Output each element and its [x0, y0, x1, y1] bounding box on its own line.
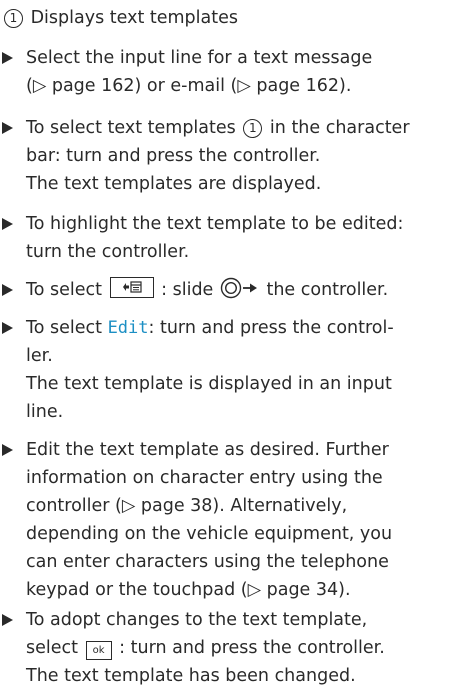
- step-result: The text templates are displayed.: [26, 174, 322, 194]
- controller-slide-right-icon: [220, 277, 260, 308]
- step-text: : turn and press the controller.: [119, 638, 385, 658]
- step-text: in the character: [269, 118, 410, 138]
- step-text: the controller.: [266, 280, 389, 300]
- ok-key-icon: ok: [85, 641, 112, 660]
- step-text: information on character entry using the: [26, 468, 383, 488]
- step-text: To highlight the text template to be edi…: [26, 214, 404, 234]
- triangle-bullet-icon: [2, 614, 13, 626]
- triangle-bullet-icon: [2, 322, 13, 334]
- step-text: Select the input line for a text message: [26, 48, 373, 68]
- step-text: select: [26, 638, 78, 658]
- figure-caption: 1 Displays text templates: [2, 4, 238, 32]
- step-text: ler.: [26, 346, 53, 366]
- step-result: The text template is displayed in an inp…: [26, 374, 392, 394]
- step-text: depending on the vehicle equipment, you: [26, 524, 393, 544]
- triangle-bullet-icon: [2, 284, 13, 296]
- triangle-bullet-icon: [2, 444, 13, 456]
- step-text: turn the controller.: [26, 242, 190, 262]
- callout-marker-1: 1: [4, 9, 23, 28]
- caption-text: Displays text templates: [30, 8, 238, 28]
- step-text: keypad or the touchpad (▷ page 34).: [26, 580, 351, 600]
- step-result: The text template has been changed.: [26, 666, 356, 686]
- step-text: can enter characters using the telephone: [26, 552, 389, 572]
- step-select-edit: To select Edit: turn and press the contr…: [2, 314, 460, 426]
- step-text: : turn and press the control-: [148, 318, 394, 338]
- triangle-bullet-icon: [2, 52, 13, 64]
- step-text: (▷ page 162) or e-mail (▷ page 162).: [26, 76, 352, 96]
- step-select-menu-key: To select : slide the controller.: [2, 276, 460, 308]
- step-text: To select: [26, 280, 102, 300]
- step-text: To select text templates: [26, 118, 236, 138]
- step-text: : slide: [161, 280, 214, 300]
- triangle-bullet-icon: [2, 218, 13, 230]
- step-edit-template: Edit the text template as desired. Furth…: [2, 436, 460, 604]
- triangle-bullet-icon: [2, 122, 13, 134]
- step-text: controller (▷ page 38). Alternatively,: [26, 496, 348, 516]
- step-select-input-line: Select the input line for a text message…: [2, 44, 460, 100]
- callout-marker-1: 1: [243, 119, 263, 138]
- step-select-text-templates: To select text templates 1 in the charac…: [2, 114, 460, 198]
- step-result: line.: [26, 402, 64, 422]
- step-text: bar: turn and press the controller.: [26, 146, 321, 166]
- step-text: Edit the text template as desired. Furth…: [26, 440, 389, 460]
- edit-menu-item: Edit: [107, 318, 149, 338]
- menu-key-icon: [109, 277, 154, 298]
- step-text: To adopt changes to the text template,: [26, 610, 368, 630]
- step-text: To select: [26, 318, 102, 338]
- step-highlight-template: To highlight the text template to be edi…: [2, 210, 460, 266]
- step-adopt-changes: To adopt changes to the text template, s…: [2, 606, 460, 690]
